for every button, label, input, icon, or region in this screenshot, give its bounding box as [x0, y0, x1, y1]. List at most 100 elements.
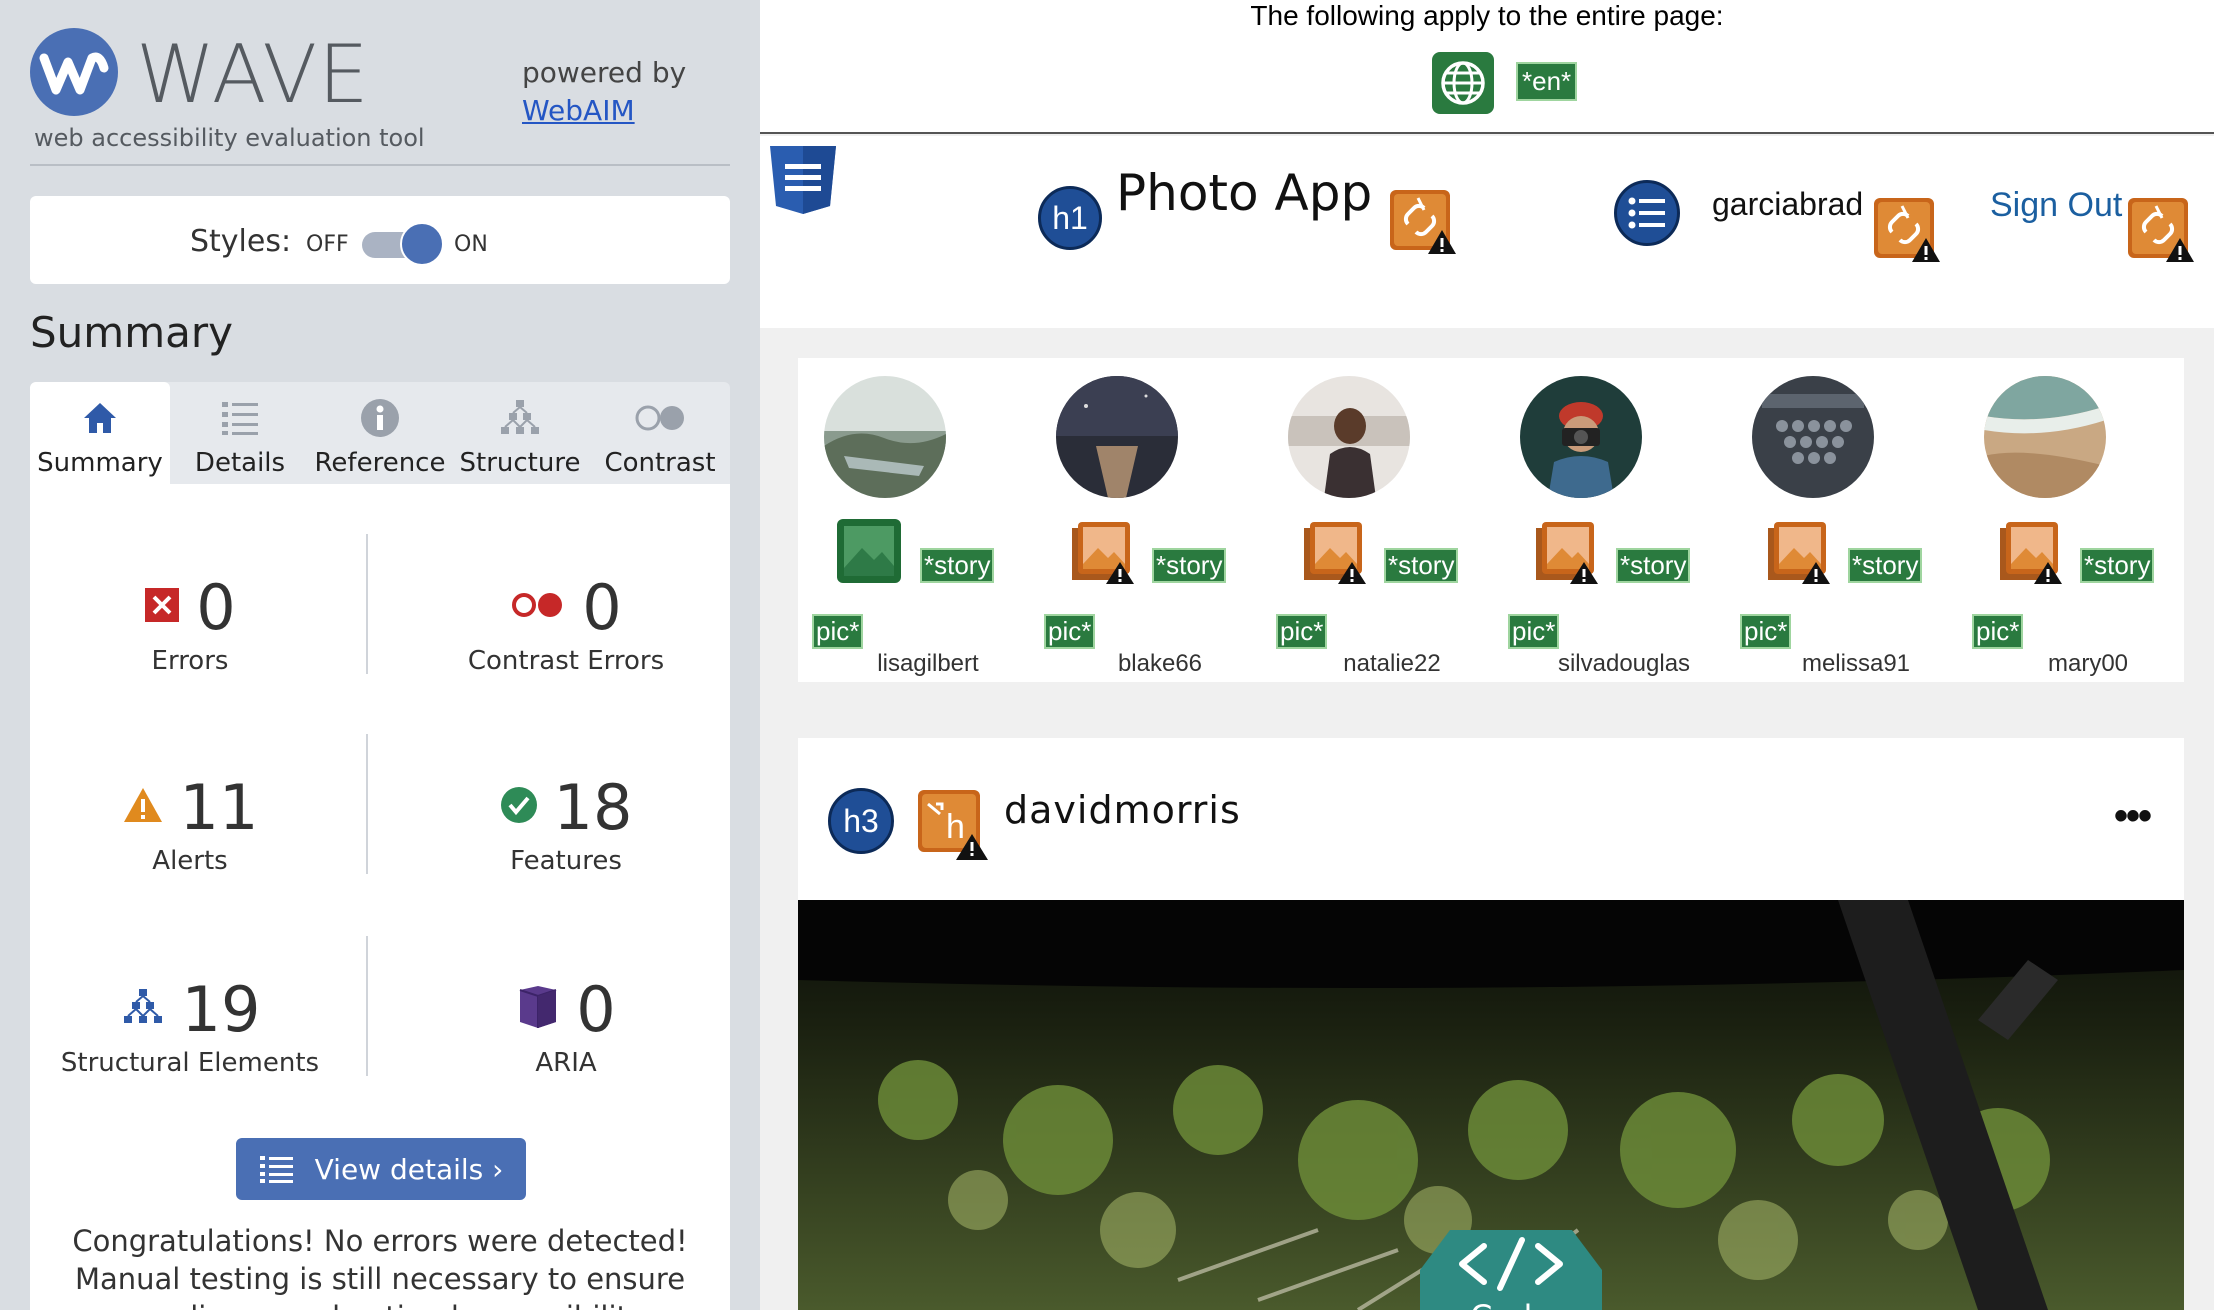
wave-tab-bar: Summary Details Reference Structure Cont… — [30, 382, 730, 484]
contrast-errors-count: 0 — [582, 570, 622, 644]
image-feature-icon[interactable] — [836, 518, 902, 584]
image-alert-icon[interactable] — [1068, 518, 1134, 584]
story-label-tag[interactable]: *story — [1152, 548, 1227, 583]
pic-label-tag[interactable]: pic* — [1044, 614, 1096, 649]
image-alert-icon[interactable] — [1532, 518, 1598, 584]
list-icon — [170, 396, 310, 440]
tab-structure[interactable]: Structure — [450, 382, 590, 484]
errors-label: Errors — [151, 646, 229, 676]
sign-out-link[interactable]: Sign Out — [1990, 186, 2122, 225]
story-avatar[interactable] — [1288, 376, 1410, 498]
styles-off-label: OFF — [306, 232, 349, 257]
tab-details[interactable]: Details — [170, 382, 310, 484]
link-alert-icon[interactable] — [1388, 188, 1456, 256]
stat-structural-elements[interactable]: 19 Structural Elements — [30, 972, 350, 1079]
story-label-tag[interactable]: *story — [1848, 548, 1923, 583]
alerts-label: Alerts — [152, 846, 228, 876]
image-alert-icon[interactable] — [1996, 518, 2062, 584]
stat-features[interactable]: 18 Features — [406, 770, 726, 876]
structure-icon — [120, 987, 166, 1032]
app-title[interactable]: Photo App — [1116, 164, 1372, 222]
story-label-tag[interactable]: *story — [1384, 548, 1459, 583]
feature-check-icon — [500, 786, 538, 829]
aria-cube-icon — [516, 984, 560, 1035]
link-alert-icon[interactable] — [2126, 196, 2194, 264]
link-alert-icon[interactable] — [1872, 196, 1940, 264]
stat-alerts[interactable]: 11 Alerts — [30, 771, 350, 876]
tab-summary[interactable]: Summary — [30, 382, 170, 484]
story-avatar[interactable] — [824, 376, 946, 498]
aria-count: 0 — [576, 972, 616, 1046]
evaluated-page: The following apply to the entire page: … — [760, 0, 2214, 1310]
css-stylesheet-icon[interactable] — [768, 144, 838, 214]
story-username[interactable]: blake66 — [1044, 650, 1276, 678]
styles-toggle-knob[interactable] — [400, 222, 444, 266]
view-details-label: View details › — [314, 1152, 504, 1186]
story-item[interactable]: *story pic* melissa91 — [1740, 376, 1972, 678]
pic-label-tag[interactable]: pic* — [1972, 614, 2024, 649]
language-globe-icon[interactable] — [1432, 52, 1494, 114]
image-alert-icon[interactable] — [1300, 518, 1366, 584]
story-username[interactable]: natalie22 — [1276, 650, 1508, 678]
styles-label: Styles: — [190, 224, 292, 259]
tab-contrast[interactable]: Contrast — [590, 382, 730, 484]
error-icon — [144, 587, 180, 628]
story-item[interactable]: *story pic* silvadouglas — [1508, 376, 1740, 678]
language-badge[interactable]: *en* — [1516, 62, 1578, 101]
h-icon-letter: h — [946, 808, 965, 846]
pic-label-tag[interactable]: pic* — [812, 614, 864, 649]
story-item[interactable]: *story pic* natalie22 — [1276, 376, 1508, 678]
page-level-notice: The following apply to the entire page: … — [760, 0, 2214, 134]
image-alert-icon[interactable] — [1764, 518, 1830, 584]
story-item[interactable]: *story pic* blake66 — [1044, 376, 1276, 678]
stat-aria[interactable]: 0 ARIA — [406, 972, 726, 1078]
structural-count: 19 — [181, 972, 261, 1046]
story-username[interactable]: mary00 — [1972, 650, 2204, 678]
features-count: 18 — [553, 770, 633, 844]
story-item[interactable]: *story pic* mary00 — [1972, 376, 2204, 678]
post-image[interactable]: Code — [798, 900, 2184, 1310]
hierarchy-icon — [450, 396, 590, 440]
column-divider — [366, 936, 368, 1076]
errors-count: 0 — [196, 570, 236, 644]
home-icon — [30, 396, 170, 440]
story-username[interactable]: lisagilbert — [812, 650, 1044, 678]
story-label-tag[interactable]: *story — [2080, 548, 2155, 583]
nav-username-link[interactable]: garciabrad — [1712, 186, 1863, 223]
heading-alert-icon[interactable]: h — [916, 788, 988, 860]
story-label-tag[interactable]: *story — [920, 548, 995, 583]
view-details-button[interactable]: View details › — [236, 1138, 526, 1200]
summary-heading: Summary — [30, 308, 233, 357]
column-divider — [366, 534, 368, 674]
post-username[interactable]: davidmorris — [1004, 788, 1241, 832]
h3-heading-badge[interactable]: h3 — [828, 788, 894, 854]
story-username[interactable]: silvadouglas — [1508, 650, 1740, 678]
congrats-message: Congratulations! No errors were detected… — [72, 1224, 688, 1310]
story-avatar[interactable] — [1520, 376, 1642, 498]
tab-reference[interactable]: Reference — [310, 382, 450, 484]
divider — [30, 164, 730, 166]
h1-heading-badge[interactable]: h1 — [1038, 186, 1102, 250]
pic-label-tag[interactable]: pic* — [1276, 614, 1328, 649]
story-avatar[interactable] — [1752, 376, 1874, 498]
pic-label-tag[interactable]: pic* — [1508, 614, 1560, 649]
story-item[interactable]: *story pic* lisagilbert — [812, 376, 1044, 678]
features-label: Features — [510, 846, 622, 876]
stat-contrast-errors[interactable]: 0 Contrast Errors — [406, 570, 726, 677]
pic-label-tag[interactable]: pic* — [1740, 614, 1792, 649]
code-icon[interactable]: Code — [1420, 1210, 1602, 1310]
styles-on-label: ON — [454, 232, 488, 257]
story-label-tag[interactable]: *story — [1616, 548, 1691, 583]
structural-label: Structural Elements — [60, 1048, 320, 1078]
story-username[interactable]: melissa91 — [1740, 650, 1972, 678]
story-avatar[interactable] — [1984, 376, 2106, 498]
story-avatar[interactable] — [1056, 376, 1178, 498]
code-label: Code — [1470, 1298, 1552, 1310]
aria-label: ARIA — [535, 1048, 597, 1078]
stat-errors[interactable]: 0 Errors — [30, 570, 350, 676]
webaim-link[interactable]: WebAIM — [522, 94, 635, 127]
more-options-button[interactable]: ••• — [2114, 794, 2152, 839]
wave-logo-text: WAVE — [136, 28, 370, 121]
list-structure-icon[interactable] — [1614, 180, 1680, 246]
wave-logo-icon — [30, 28, 118, 116]
